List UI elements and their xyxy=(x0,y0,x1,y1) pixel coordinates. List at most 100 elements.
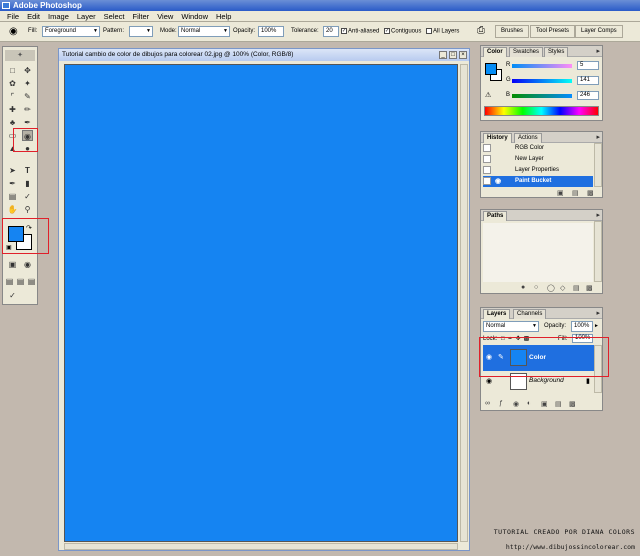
paths-scrollbar[interactable] xyxy=(594,221,602,282)
panel-menu-icon[interactable]: ▸ xyxy=(596,211,600,219)
tab-paths[interactable]: Paths xyxy=(483,211,508,221)
tab-layers[interactable]: Layers xyxy=(483,309,511,319)
mode-select[interactable]: Normal ▼ xyxy=(178,26,230,37)
chevron-right-icon[interactable]: ► xyxy=(594,323,599,329)
maximize-icon[interactable]: □ xyxy=(449,51,457,59)
full-screen-mode-icon[interactable]: ▤ xyxy=(26,276,37,287)
tolerance-input[interactable]: 20 xyxy=(323,26,339,37)
tab-color[interactable]: Color xyxy=(483,47,507,57)
menu-help[interactable]: Help xyxy=(212,12,235,21)
hand-tool-icon[interactable]: ✋ xyxy=(7,204,18,215)
menu-image[interactable]: Image xyxy=(44,12,73,21)
menu-window[interactable]: Window xyxy=(177,12,212,21)
trash-icon[interactable]: ▩ xyxy=(586,284,593,292)
clone-stamp-tool-icon[interactable]: ♣ xyxy=(7,117,18,128)
type-tool-icon[interactable]: T xyxy=(22,165,33,176)
tab-styles[interactable]: Styles xyxy=(544,47,569,57)
make-work-path-icon[interactable]: ◇ xyxy=(560,284,565,292)
full-screen-menu-mode-icon[interactable]: ▤ xyxy=(15,276,26,287)
pattern-picker[interactable]: ▼ xyxy=(129,26,153,37)
healing-brush-tool-icon[interactable]: ✚ xyxy=(7,104,18,115)
menu-select[interactable]: Select xyxy=(100,12,129,21)
notes-tool-icon[interactable]: ▤ xyxy=(7,191,18,202)
r-slider[interactable] xyxy=(512,64,572,68)
tab-channels[interactable]: Channels xyxy=(513,309,547,319)
standard-mode-icon[interactable]: ▣ xyxy=(7,259,18,270)
panel-menu-icon[interactable]: ▸ xyxy=(596,47,600,55)
menu-edit[interactable]: Edit xyxy=(23,12,44,21)
crop-tool-icon[interactable]: ⌜ xyxy=(7,91,18,102)
standard-screen-mode-icon[interactable]: ▤ xyxy=(4,276,15,287)
vertical-scrollbar[interactable] xyxy=(460,64,468,542)
foreground-color-swatch[interactable] xyxy=(8,226,24,242)
fill-path-icon[interactable]: ● xyxy=(521,284,525,291)
gamut-warning-icon[interactable]: ⚠ xyxy=(485,91,491,99)
antialiased-option[interactable]: ✓ Anti-aliased xyxy=(341,28,379,35)
adjustment-layer-icon[interactable]: ◐ xyxy=(527,400,531,407)
pen-tool-icon[interactable]: ✒ xyxy=(7,178,18,189)
horizontal-scrollbar[interactable] xyxy=(64,543,458,550)
history-item-selected[interactable]: ◉ Paint Bucket xyxy=(483,176,593,187)
opacity-input[interactable]: 100% xyxy=(258,26,284,37)
b-slider[interactable] xyxy=(512,94,572,98)
layer-mask-icon[interactable]: ◉ xyxy=(513,400,519,408)
new-document-from-state-icon[interactable]: ▣ xyxy=(557,189,564,197)
jump-to-imageready-icon[interactable]: ✓ xyxy=(7,290,18,301)
menu-file[interactable]: File xyxy=(3,12,23,21)
color-fg-swatch[interactable] xyxy=(485,63,497,75)
slice-tool-icon[interactable]: ✎ xyxy=(22,91,33,102)
layer-opacity-input[interactable]: 100% xyxy=(571,321,593,332)
visibility-eye-icon[interactable]: ◉ xyxy=(486,377,492,385)
trash-icon[interactable]: ▩ xyxy=(587,189,594,197)
history-item[interactable]: Layer Properties xyxy=(483,165,593,176)
new-path-icon[interactable]: ▤ xyxy=(573,284,580,292)
close-icon[interactable]: × xyxy=(459,51,467,59)
tab-swatches[interactable]: Swatches xyxy=(509,47,544,57)
tab-actions[interactable]: Actions xyxy=(514,133,542,143)
zoom-tool-icon[interactable]: ⚲ xyxy=(22,204,33,215)
layer-style-icon[interactable]: ƒ xyxy=(499,400,503,407)
history-scrollbar[interactable] xyxy=(594,143,602,187)
tab-history[interactable]: History xyxy=(483,133,512,143)
layer-comps-well-tab[interactable]: Layer Comps xyxy=(575,25,623,38)
new-snapshot-icon[interactable]: ▤ xyxy=(572,189,579,197)
history-item[interactable]: RGB Color xyxy=(483,143,593,154)
blend-mode-select[interactable]: Normal ▼ xyxy=(483,321,539,332)
quick-mask-mode-icon[interactable]: ◉ xyxy=(22,259,33,270)
minimize-icon[interactable]: _ xyxy=(439,51,447,59)
panel-menu-icon[interactable]: ▸ xyxy=(596,309,600,317)
all-layers-option[interactable]: All Layers xyxy=(426,28,459,35)
load-path-as-selection-icon[interactable]: ◯ xyxy=(547,284,555,292)
file-browser-icon[interactable]: ⎙ xyxy=(477,25,485,36)
magic-wand-tool-icon[interactable]: ✦ xyxy=(22,78,33,89)
eyedropper-tool-icon[interactable]: ✓ xyxy=(22,191,33,202)
path-selection-tool-icon[interactable]: ➤ xyxy=(7,165,18,176)
canvas[interactable] xyxy=(64,64,458,542)
contiguous-option[interactable]: ✓ Contiguous xyxy=(384,28,421,35)
g-input[interactable]: 141 xyxy=(577,76,599,85)
link-layers-icon[interactable]: ∞ xyxy=(485,400,490,407)
trash-icon[interactable]: ▩ xyxy=(569,400,576,408)
history-item[interactable]: New Layer xyxy=(483,154,593,165)
brush-tool-icon[interactable]: ✏ xyxy=(22,104,33,115)
fill-select[interactable]: Foreground ▼ xyxy=(42,26,100,37)
move-tool-icon[interactable]: ✥ xyxy=(22,65,33,76)
marquee-tool-icon[interactable]: □ xyxy=(7,65,18,76)
new-group-icon[interactable]: ▣ xyxy=(541,400,548,408)
g-slider[interactable] xyxy=(512,79,572,83)
rectangle-tool-icon[interactable]: ▮ xyxy=(22,178,33,189)
checkbox-checked-icon[interactable]: ✓ xyxy=(341,28,347,34)
menu-filter[interactable]: Filter xyxy=(129,12,154,21)
tool-presets-well-tab[interactable]: Tool Presets xyxy=(530,25,576,38)
r-input[interactable]: 5 xyxy=(577,61,599,70)
brushes-well-tab[interactable]: Brushes xyxy=(495,25,530,38)
menu-view[interactable]: View xyxy=(153,12,177,21)
b-input[interactable]: 246 xyxy=(577,91,599,100)
lasso-tool-icon[interactable]: ✿ xyxy=(7,78,18,89)
paint-bucket-tool-preset-icon[interactable]: ◉ xyxy=(9,26,18,37)
stroke-path-icon[interactable]: ○ xyxy=(534,284,538,291)
menu-layer[interactable]: Layer xyxy=(73,12,100,21)
color-ramp[interactable] xyxy=(484,106,599,116)
checkbox-icon[interactable] xyxy=(426,28,432,34)
history-brush-tool-icon[interactable]: ✒ xyxy=(22,117,33,128)
